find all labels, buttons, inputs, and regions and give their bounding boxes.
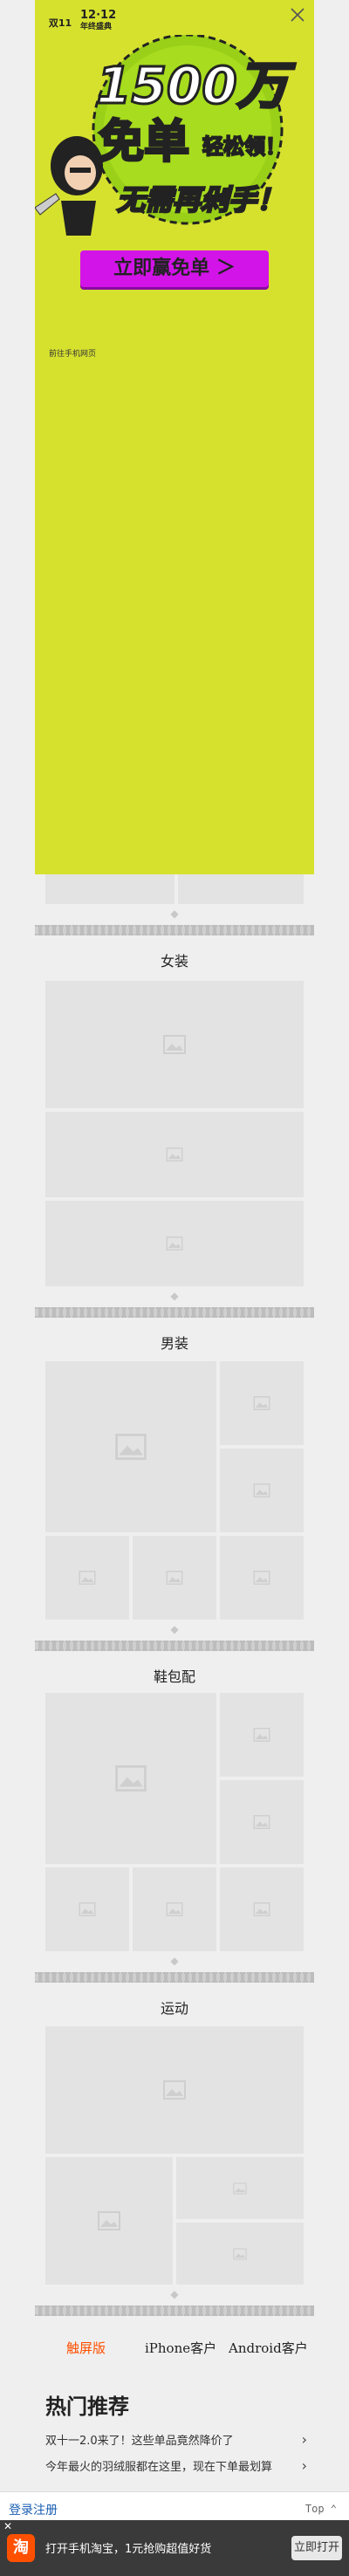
image-icon bbox=[166, 1148, 183, 1161]
section-title-women: 女装 bbox=[160, 953, 188, 969]
hot-item-text: 双十一2.0来了！这些单品竟然降价了 bbox=[45, 2435, 234, 2448]
client-links: 触屏版 iPhone客户 Android客户 bbox=[0, 2330, 349, 2365]
image-icon bbox=[98, 2211, 120, 2230]
hero-graphic: 1500万 免单 轻松领！ 无需再剁手！ bbox=[35, 35, 297, 236]
hot-item-text: 今年最火的羽绒服都在这里，现在下单最划算 bbox=[45, 2461, 273, 2474]
product-image-placeholder[interactable] bbox=[178, 873, 304, 904]
product-image-placeholder[interactable] bbox=[133, 1536, 216, 1620]
register-link[interactable]: 注册 bbox=[33, 2501, 58, 2518]
divider-dot: ◆ bbox=[170, 2288, 179, 2300]
image-icon bbox=[79, 1902, 96, 1916]
product-image-placeholder[interactable] bbox=[45, 1201, 304, 1286]
image-icon bbox=[253, 1902, 270, 1916]
headline-no-need: 无需再剁手！ bbox=[117, 183, 284, 216]
product-image-placeholder[interactable] bbox=[45, 1867, 129, 1951]
divider-dot: ◆ bbox=[170, 1290, 179, 1302]
event-label: 12·12 年终盛典 bbox=[80, 9, 116, 32]
brand-mark-icon: 双11 bbox=[47, 9, 73, 35]
event-name: 年终盛典 bbox=[80, 23, 113, 31]
brand-logo: 双11 bbox=[47, 9, 73, 35]
section-title-shoes-bags: 鞋包配 bbox=[153, 1668, 195, 1685]
image-icon bbox=[253, 1483, 270, 1497]
chevron-right-icon: › bbox=[301, 2431, 307, 2448]
open-app-button[interactable]: 立即打开 bbox=[291, 2536, 342, 2560]
product-image-placeholder[interactable] bbox=[45, 1112, 304, 1197]
image-icon bbox=[166, 1571, 183, 1585]
promo-overlay: 双11 12·12 年终盛典 1500万 免单 轻松领！ 无需再剁手！ 立即赢免… bbox=[35, 0, 314, 874]
product-image-placeholder[interactable] bbox=[45, 1361, 216, 1532]
image-icon bbox=[115, 1765, 147, 1792]
product-image-placeholder[interactable] bbox=[45, 2026, 304, 2154]
image-icon bbox=[166, 1237, 183, 1250]
image-icon bbox=[253, 1571, 270, 1585]
headline-amount: 1500万 bbox=[96, 56, 295, 115]
image-icon bbox=[166, 1902, 183, 1916]
hot-recommend-item[interactable]: 双十一2.0来了！这些单品竟然降价了 › bbox=[45, 2431, 307, 2456]
headline-free: 免单 bbox=[99, 116, 189, 168]
section-title-men: 男装 bbox=[160, 1335, 188, 1352]
app-download-banner: ✕ 淘 打开手机淘宝，1元抢购超值好货 立即打开 bbox=[0, 2520, 349, 2576]
product-image-placeholder[interactable] bbox=[220, 1693, 304, 1777]
zigzag-separator bbox=[35, 1972, 314, 1983]
product-image-placeholder[interactable] bbox=[45, 1536, 129, 1620]
back-to-top-link[interactable]: Top ⌃ bbox=[305, 2503, 337, 2515]
product-image-placeholder[interactable] bbox=[45, 873, 174, 904]
go-mobile-web-link[interactable]: 前往手机网页 bbox=[49, 347, 96, 359]
hot-recommend-title: 热门推荐 bbox=[45, 2394, 129, 2419]
zigzag-separator bbox=[35, 2305, 314, 2316]
close-icon[interactable]: ✕ bbox=[3, 2520, 12, 2532]
product-image-placeholder[interactable] bbox=[220, 1780, 304, 1864]
image-icon bbox=[253, 1728, 270, 1742]
product-image-placeholder[interactable] bbox=[45, 2157, 173, 2285]
headline-easy: 轻松领！ bbox=[202, 134, 286, 159]
product-image-placeholder[interactable] bbox=[133, 1867, 216, 1951]
event-date: 12·12 bbox=[80, 9, 117, 22]
image-icon bbox=[79, 1571, 96, 1585]
divider-dot: ◆ bbox=[170, 1955, 179, 1967]
product-image-placeholder[interactable] bbox=[45, 1693, 216, 1864]
login-link[interactable]: 登录 bbox=[9, 2501, 33, 2518]
image-icon bbox=[233, 2248, 247, 2259]
divider-dot: ◆ bbox=[170, 908, 179, 920]
zigzag-separator bbox=[35, 1641, 314, 1651]
product-image-placeholder[interactable] bbox=[176, 2157, 304, 2219]
product-image-placeholder[interactable] bbox=[176, 2223, 304, 2285]
product-image-placeholder[interactable] bbox=[45, 981, 304, 1108]
hot-recommend-item[interactable]: 今年最火的羽绒服都在这里，现在下单最划算 › bbox=[45, 2457, 307, 2482]
zigzag-separator bbox=[35, 925, 314, 935]
image-icon bbox=[233, 2182, 247, 2194]
android-client-link[interactable]: Android客户 bbox=[229, 2339, 308, 2357]
zigzag-separator bbox=[35, 1307, 314, 1318]
product-image-placeholder[interactable] bbox=[220, 1536, 304, 1620]
image-icon bbox=[163, 1035, 186, 1054]
section-title-sports: 运动 bbox=[160, 2000, 188, 2017]
image-icon bbox=[163, 2080, 186, 2100]
product-image-placeholder[interactable] bbox=[220, 1449, 304, 1532]
image-icon bbox=[115, 1434, 147, 1460]
divider-dot: ◆ bbox=[170, 1623, 179, 1635]
character-figure bbox=[35, 136, 103, 236]
touch-version-link[interactable]: 触屏版 bbox=[66, 2339, 106, 2357]
chevron-right-icon: › bbox=[301, 2457, 307, 2474]
close-icon[interactable] bbox=[288, 5, 307, 24]
win-free-order-button[interactable]: 立即赢免单 ＞ bbox=[80, 250, 269, 287]
product-image-placeholder[interactable] bbox=[220, 1867, 304, 1951]
taobao-logo-icon: 淘 bbox=[7, 2534, 35, 2562]
app-banner-text: 打开手机淘宝，1元抢购超值好货 bbox=[45, 2543, 212, 2556]
image-icon bbox=[253, 1815, 270, 1829]
brand-mark-text: 双11 bbox=[49, 17, 72, 29]
product-image-placeholder[interactable] bbox=[220, 1361, 304, 1445]
image-icon bbox=[253, 1396, 270, 1410]
iphone-client-link[interactable]: iPhone客户 bbox=[145, 2339, 216, 2357]
